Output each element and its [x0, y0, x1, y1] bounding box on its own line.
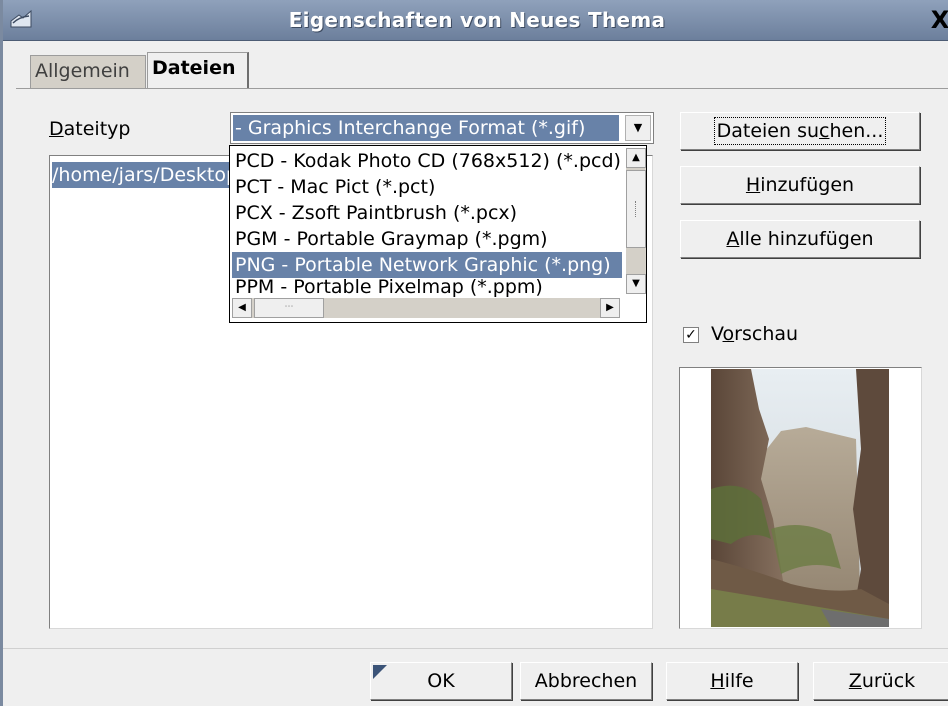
default-button-marker-icon	[373, 665, 387, 679]
scroll-up-icon[interactable]: ▲	[626, 148, 646, 168]
preview-checkbox[interactable]: ✓	[683, 327, 699, 343]
dropdown-option[interactable]: PCT - Mac Pict (*.pct)	[232, 174, 622, 200]
dropdown-option[interactable]: PCX - Zsoft Paintbrush (*.pcx)	[232, 200, 622, 226]
scroll-thumb[interactable]	[626, 170, 646, 248]
filetype-label-rest: ateityp	[63, 118, 131, 140]
back-button[interactable]: Zurück	[813, 662, 948, 700]
footer-separator	[3, 648, 948, 649]
ok-button[interactable]: OK	[370, 662, 512, 700]
filetype-combobox[interactable]: - Graphics Interchange Format (*.gif) ▼	[230, 112, 654, 144]
dropdown-option[interactable]: PPM - Portable Pixelmap (*.ppm)	[232, 274, 622, 300]
filetype-label-mnemonic: D	[49, 118, 64, 140]
add-all-label-mnemonic: A	[726, 228, 740, 250]
dropdown-option[interactable]: PGM - Portable Graymap (*.pgm)	[232, 226, 622, 252]
add-label-mnemonic: H	[745, 174, 761, 196]
close-icon[interactable]: X	[929, 6, 948, 34]
cancel-button[interactable]: Abbrechen	[520, 662, 652, 700]
search-files-label: Dateien suchen...	[713, 117, 887, 145]
title-bar[interactable]: Eigenschaften von Neues Thema X	[3, 0, 948, 41]
vertical-scrollbar[interactable]: ▲ ▼	[626, 148, 646, 294]
filetype-selected-value[interactable]: - Graphics Interchange Format (*.gif)	[233, 115, 619, 141]
preview-frame	[679, 367, 922, 629]
help-button[interactable]: Hilfe	[666, 662, 798, 700]
add-all-label-rest: lle hinzufügen	[739, 228, 874, 250]
add-button[interactable]: Hinzufügen	[680, 166, 920, 204]
back-label-mnemonic: Z	[848, 670, 862, 692]
preview-image	[711, 369, 889, 627]
preview-label-pre: V	[711, 323, 723, 345]
help-label-rest: ilfe	[724, 670, 754, 692]
tab-general[interactable]: Allgemein	[30, 55, 146, 88]
horizontal-scrollbar[interactable]: ◀ ⋯ ▶	[232, 298, 620, 318]
preview-label-post: rschau	[734, 323, 799, 345]
scroll-right-icon[interactable]: ▶	[600, 298, 620, 318]
help-label-mnemonic: H	[710, 670, 725, 692]
filetype-label: Dateityp	[49, 118, 130, 140]
search-files-button[interactable]: Dateien suchen...	[680, 112, 920, 150]
tab-files[interactable]: Dateien	[147, 52, 249, 88]
dialog-window: Eigenschaften von Neues Thema X Allgemei…	[0, 0, 948, 706]
scroll-thumb-horizontal[interactable]: ⋯	[254, 298, 324, 318]
preview-label[interactable]: Vorschau	[711, 323, 798, 345]
list-item[interactable]: /home/jars/Desktop	[52, 162, 232, 188]
filetype-dropdown-list[interactable]: PCD - Kodak Photo CD (768x512) (*.pcd) P…	[229, 145, 647, 323]
chevron-down-icon[interactable]: ▼	[625, 115, 651, 141]
ok-label: OK	[427, 670, 455, 692]
scroll-left-icon[interactable]: ◀	[232, 298, 252, 318]
add-label-rest: inzufügen	[760, 174, 855, 196]
scroll-down-icon[interactable]: ▼	[626, 274, 646, 294]
preview-label-mnemonic: o	[722, 323, 735, 345]
search-files-label-mnemonic: c	[819, 120, 830, 142]
search-files-label-pre: Dateien su	[716, 120, 820, 142]
grip-icon	[635, 201, 638, 217]
dropdown-option[interactable]: PCD - Kodak Photo CD (768x512) (*.pcd)	[232, 148, 622, 174]
back-label-rest: urück	[861, 670, 916, 692]
search-files-label-post: hen...	[829, 120, 884, 142]
add-all-button[interactable]: Alle hinzufügen	[680, 220, 920, 258]
window-title: Eigenschaften von Neues Thema	[288, 8, 666, 32]
